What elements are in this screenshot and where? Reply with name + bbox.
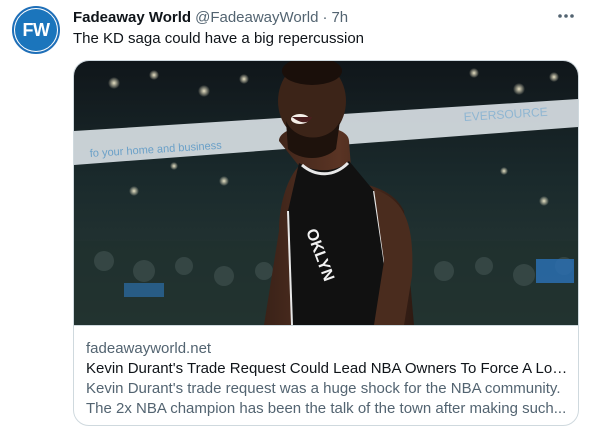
card-photo: fo your home and business EVERSOURCE OKL… [74,61,578,325]
more-horizontal-icon [558,14,574,18]
card-domain: fadeawayworld.net [86,340,212,357]
card-description-line-2: The 2x NBA champion has been the talk of… [86,400,567,417]
separator-dot: · [322,8,328,26]
tweet-text: The KD saga could have a big repercussio… [73,30,365,47]
author-handle[interactable]: @FadeawayWorld [195,9,318,26]
card-title: Kevin Durant's Trade Request Could Lead … [86,360,568,377]
tweet-timestamp[interactable]: 7h [331,9,348,26]
more-options-button[interactable] [556,6,576,26]
card-divider [74,325,578,326]
card-description-line-1: Kevin Durant's trade request was a huge … [86,380,561,397]
tweet[interactable]: FW Fadeaway World @FadeawayWorld · 7h Th… [0,0,592,434]
card-image[interactable]: fo your home and business EVERSOURCE OKL… [74,61,578,325]
tweet-header: Fadeaway World @FadeawayWorld · 7h [73,7,348,27]
card-text-body[interactable]: fadeawayworld.net Kevin Durant's Trade R… [86,339,568,419]
avatar-logo: FW [15,9,57,51]
author-display-name[interactable]: Fadeaway World [73,9,191,26]
avatar[interactable]: FW [12,6,60,54]
link-preview-card[interactable]: fo your home and business EVERSOURCE OKL… [73,60,579,426]
